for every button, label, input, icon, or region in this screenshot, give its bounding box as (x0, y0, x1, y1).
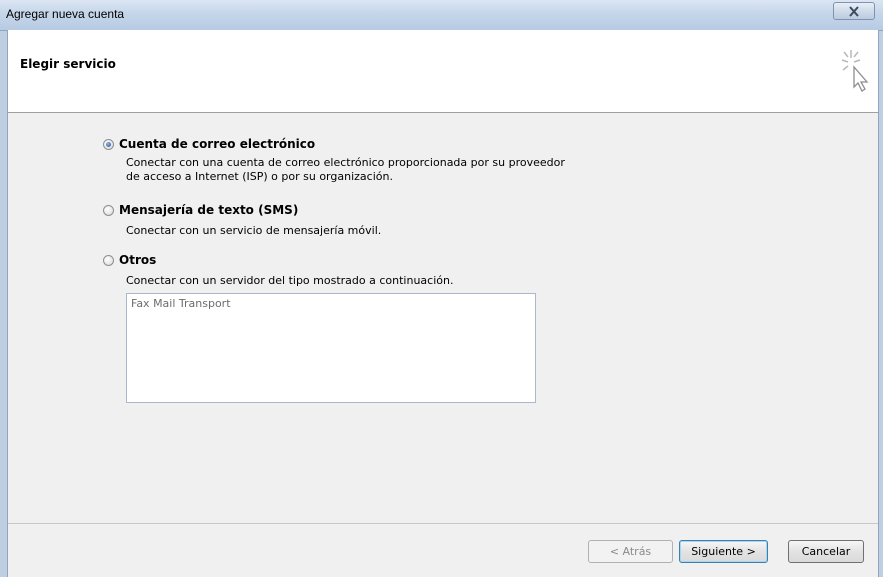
radio-sms[interactable] (103, 204, 114, 216)
option-email[interactable]: Cuenta de correo electrónico (103, 137, 315, 151)
next-button[interactable]: Siguiente > (679, 540, 768, 563)
footer-divider (8, 523, 878, 524)
title-bar: Agregar nueva cuenta (0, 0, 883, 31)
radio-other[interactable] (103, 254, 114, 266)
option-other-label[interactable]: Otros (119, 253, 156, 267)
option-sms-description: Conectar con un servicio de mensajería m… (126, 224, 382, 237)
close-button[interactable] (833, 2, 875, 20)
option-other[interactable]: Otros (103, 253, 156, 267)
service-options: Cuenta de correo electrónico Conectar co… (8, 113, 878, 523)
option-sms[interactable]: Mensajería de texto (SMS) (103, 203, 298, 217)
magic-wand-cursor-icon (841, 50, 869, 92)
header-panel: Elegir servicio (8, 30, 878, 113)
page-title: Elegir servicio (20, 57, 116, 71)
back-button[interactable]: < Atrás (588, 540, 673, 563)
list-item[interactable]: Fax Mail Transport (131, 297, 531, 310)
option-other-description: Conectar con un servidor del tipo mostra… (126, 274, 454, 287)
option-sms-label[interactable]: Mensajería de texto (SMS) (119, 203, 298, 217)
other-types-list[interactable]: Fax Mail Transport (126, 293, 536, 403)
option-email-description-1: Conectar con una cuenta de correo electr… (126, 156, 565, 169)
option-email-label[interactable]: Cuenta de correo electrónico (119, 137, 315, 151)
close-icon (849, 6, 859, 17)
cancel-button[interactable]: Cancelar (788, 540, 864, 563)
window-title: Agregar nueva cuenta (6, 7, 125, 21)
option-email-description-2: de acceso a Internet (ISP) o por su orga… (126, 170, 393, 183)
radio-email[interactable] (103, 138, 114, 150)
dialog-body: Elegir servicio Cuenta de correo electró… (7, 30, 879, 577)
